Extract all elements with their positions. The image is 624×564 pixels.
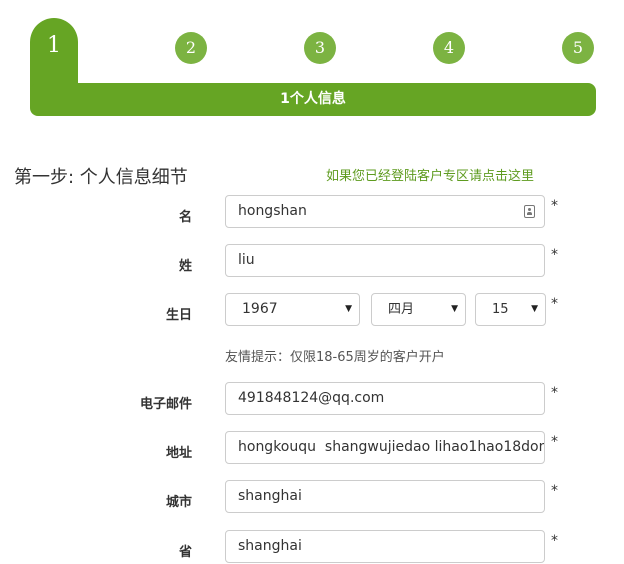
last-name-input[interactable]: liu — [225, 244, 545, 277]
email-label: 电子邮件 — [139, 397, 192, 412]
first-name-required-mark: * — [551, 198, 558, 214]
email-required-mark: * — [551, 385, 558, 401]
birth-year-value: 1967 — [242, 301, 278, 317]
last-name-value: liu — [238, 252, 255, 268]
last-name-required-mark: * — [551, 247, 558, 263]
city-input[interactable]: shanghai — [225, 480, 545, 513]
first-name-value: hongshan — [238, 203, 307, 219]
city-label: 城市 — [165, 495, 192, 510]
step-indicator: 1 1个人信息 2 3 4 5 — [0, 0, 624, 120]
city-value: shanghai — [238, 488, 302, 504]
address-value: hongkouqu shangwujiedao lihao1hao18dong — [238, 439, 545, 455]
contact-card-icon[interactable] — [524, 205, 535, 218]
birth-day-value: 15 — [492, 302, 509, 317]
province-value: shanghai — [238, 538, 302, 554]
birth-month-select[interactable]: 四月 ▼ — [371, 293, 466, 326]
age-hint: 友情提示：仅限18-65周岁的客户开户 — [225, 350, 445, 365]
birth-month-value: 四月 — [388, 302, 415, 317]
email-value: 491848124@qq.com — [238, 390, 385, 406]
first-name-input[interactable]: hongshan — [225, 195, 545, 228]
province-input[interactable]: shanghai — [225, 530, 545, 563]
step-active-label: 1个人信息 — [280, 91, 346, 107]
caret-down-icon: ▼ — [531, 304, 538, 314]
email-input[interactable]: 491848124@qq.com — [225, 382, 545, 415]
step-4-circle[interactable]: 4 — [433, 32, 465, 64]
section-title: 第一步: 个人信息细节 — [14, 167, 188, 188]
address-label: 地址 — [165, 446, 192, 461]
birth-year-select[interactable]: 1967 ▼ — [225, 293, 360, 326]
caret-down-icon: ▼ — [451, 304, 458, 314]
address-input[interactable]: hongkouqu shangwujiedao lihao1hao18dong — [225, 431, 545, 464]
client-login-link[interactable]: 如果您已经登陆客户专区请点击这里 — [326, 165, 534, 184]
step-1-number: 1 — [47, 33, 61, 58]
step-progress-bar: 1个人信息 — [30, 83, 596, 116]
province-required-mark: * — [551, 533, 558, 549]
caret-down-icon: ▼ — [345, 304, 352, 314]
step-3-circle[interactable]: 3 — [304, 32, 336, 64]
birth-day-select[interactable]: 15 ▼ — [475, 293, 546, 326]
last-name-label: 姓 — [178, 259, 192, 274]
address-required-mark: * — [551, 434, 558, 450]
province-label: 省 — [178, 545, 192, 560]
birthday-label: 生日 — [165, 308, 192, 323]
birthday-required-mark: * — [551, 296, 558, 312]
step-2-circle[interactable]: 2 — [175, 32, 207, 64]
city-required-mark: * — [551, 483, 558, 499]
first-name-label: 名 — [178, 210, 192, 225]
step-5-circle[interactable]: 5 — [562, 32, 594, 64]
